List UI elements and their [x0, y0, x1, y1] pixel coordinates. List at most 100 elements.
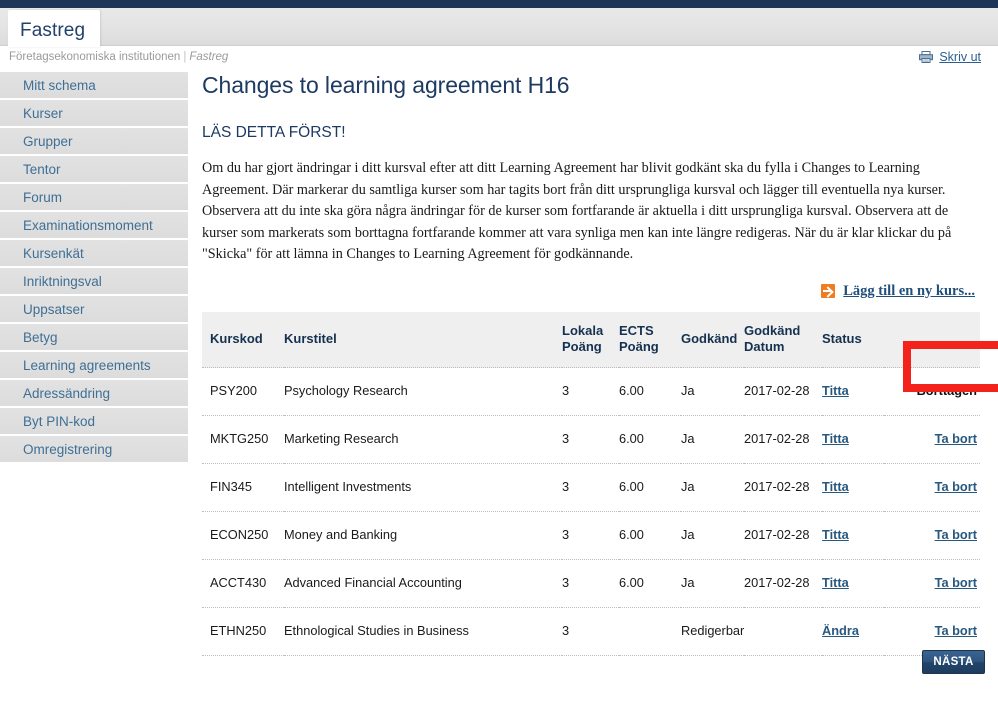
table-row: PSY200 Psychology Research 3 6.00 Ja 201…	[202, 367, 980, 416]
cell-action: Ta bort	[884, 559, 980, 608]
table-row: FIN345 Intelligent Investments 3 6.00 Ja…	[202, 463, 980, 512]
cell-godkand: Ja	[681, 415, 744, 464]
ta-bort-link[interactable]: Ta bort	[935, 623, 977, 638]
table-header-row: Kurskod Kurstitel Lokala Poäng ECTS Poän…	[202, 311, 980, 368]
cell-kurskod: ACCT430	[202, 559, 284, 608]
print-link-label: Skriv ut	[939, 50, 981, 64]
sidebar-item-label: Uppsatser	[23, 301, 85, 317]
titta-link[interactable]: Titta	[822, 575, 849, 590]
cell-lokala-poang: 3	[562, 367, 619, 416]
sidebar-item-forum[interactable]: Forum	[0, 184, 188, 212]
breadcrumb: Företagsekonomiska institutionen | Fastreg	[9, 51, 228, 63]
main-content: Changes to learning agreement H16 LÄS DE…	[202, 72, 985, 656]
cell-godkand: Redigerbar	[681, 607, 744, 656]
sidebar-item-omregistrering[interactable]: Omregistrering	[0, 436, 188, 464]
cell-godkand-datum: 2017-02-28	[744, 415, 822, 464]
cell-godkand: Ja	[681, 367, 744, 416]
table-row: MKTG250 Marketing Research 3 6.00 Ja 201…	[202, 415, 980, 464]
sidebar-item-kursenkat[interactable]: Kursenkät	[0, 240, 188, 268]
th-godkand-datum: Godkänd Datum	[744, 311, 822, 368]
cell-status: Titta	[822, 559, 884, 608]
sidebar-item-adressandring[interactable]: Adressändring	[0, 380, 188, 408]
titta-link[interactable]: Titta	[822, 431, 849, 446]
sidebar-item-betyg[interactable]: Betyg	[0, 324, 188, 352]
status-badge-borttagen: Borttagen	[916, 383, 977, 398]
th-lokala-poang: Lokala Poäng	[562, 311, 619, 368]
sidebar-item-mitt-schema[interactable]: Mitt schema	[0, 72, 188, 100]
sidebar-item-byt-pin-kod[interactable]: Byt PIN-kod	[0, 408, 188, 436]
cell-kurstitel: Psychology Research	[284, 367, 562, 416]
cell-godkand: Ja	[681, 463, 744, 512]
ta-bort-link[interactable]: Ta bort	[935, 431, 977, 446]
sidebar-item-label: Forum	[23, 189, 63, 205]
read-this-first-heading: LÄS DETTA FÖRST!	[202, 124, 346, 141]
cell-ects-poang: 6.00	[619, 511, 681, 560]
cell-godkand: Ja	[681, 511, 744, 560]
cell-lokala-poang: 3	[562, 415, 619, 464]
ta-bort-link[interactable]: Ta bort	[935, 479, 977, 494]
breadcrumb-root[interactable]: Företagsekonomiska institutionen	[9, 51, 180, 63]
cell-lokala-poang: 3	[562, 511, 619, 560]
sidebar-item-inriktningsval[interactable]: Inriktningsval	[0, 268, 188, 296]
sidebar-item-label: Inriktningsval	[23, 273, 102, 289]
table-row: ACCT430 Advanced Financial Accounting 3 …	[202, 559, 980, 608]
printer-icon	[919, 51, 934, 63]
cell-kurstitel: Advanced Financial Accounting	[284, 559, 562, 608]
page-root: Fastreg Företagsekonomiska institutionen…	[0, 0, 998, 712]
cell-status: Titta	[822, 463, 884, 512]
breadcrumb-current: Fastreg	[189, 51, 229, 63]
th-kurskod: Kurskod	[202, 311, 284, 368]
instructions-paragraph: Om du har gjort ändringar i ditt kursval…	[202, 160, 952, 262]
breadcrumb-separator: |	[183, 51, 187, 63]
cell-kurstitel: Ethnological Studies in Business	[284, 607, 562, 656]
sidebar-item-learning-agreements[interactable]: Learning agreements	[0, 352, 188, 380]
sidebar: Mitt schema Kurser Grupper Tentor Forum …	[0, 72, 188, 464]
sidebar-item-grupper[interactable]: Grupper	[0, 128, 188, 156]
cell-action: Ta bort	[884, 511, 980, 560]
titta-link[interactable]: Titta	[822, 479, 849, 494]
next-button[interactable]: NÄSTA	[922, 650, 985, 674]
page-title: Changes to learning agreement H16	[202, 72, 570, 98]
sidebar-item-label: Omregistrering	[23, 441, 113, 457]
top-accent-bar	[0, 0, 998, 8]
sidebar-item-label: Examinationsmoment	[23, 217, 153, 233]
sidebar-item-tentor[interactable]: Tentor	[0, 156, 188, 184]
cell-action: Ta bort	[884, 463, 980, 512]
th-status: Status	[822, 311, 884, 368]
ta-bort-link[interactable]: Ta bort	[935, 527, 977, 542]
courses-table-head: Kurskod Kurstitel Lokala Poäng ECTS Poän…	[202, 311, 980, 368]
table-row: ETHN250 Ethnological Studies in Business…	[202, 607, 980, 656]
cell-kurskod: ETHN250	[202, 607, 284, 656]
cell-action: Ta bort	[884, 415, 980, 464]
th-action	[884, 311, 980, 368]
cell-godkand-datum: 2017-02-28	[744, 463, 822, 512]
cell-godkand: Ja	[681, 559, 744, 608]
th-kurstitel: Kurstitel	[284, 311, 562, 368]
cell-kurstitel: Marketing Research	[284, 415, 562, 464]
cell-ects-poang: 6.00	[619, 463, 681, 512]
cell-ects-poang	[619, 607, 681, 656]
sidebar-item-uppsatser[interactable]: Uppsatser	[0, 296, 188, 324]
cell-kurstitel: Intelligent Investments	[284, 463, 562, 512]
sidebar-item-examinationsmoment[interactable]: Examinationsmoment	[0, 212, 188, 240]
cell-status: Titta	[822, 415, 884, 464]
sidebar-item-label: Byt PIN-kod	[23, 413, 96, 429]
cell-godkand-datum: 2017-02-28	[744, 367, 822, 416]
titta-link[interactable]: Titta	[822, 527, 849, 542]
arrow-right-icon	[821, 284, 836, 298]
sidebar-item-label: Kurser	[23, 105, 63, 121]
cell-godkand-datum: 2017-02-28	[744, 511, 822, 560]
print-link[interactable]: Skriv ut	[919, 50, 981, 64]
andra-link[interactable]: Ändra	[822, 623, 859, 638]
titta-link[interactable]: Titta	[822, 383, 849, 398]
add-course-row: Lägg till en ny kurs...	[202, 283, 985, 300]
ta-bort-link[interactable]: Ta bort	[935, 575, 977, 590]
cell-kurstitel: Money and Banking	[284, 511, 562, 560]
sidebar-item-kurser[interactable]: Kurser	[0, 100, 188, 128]
add-course-link[interactable]: Lägg till en ny kurs...	[843, 283, 975, 300]
sidebar-item-label: Grupper	[23, 133, 73, 149]
cell-ects-poang: 6.00	[619, 415, 681, 464]
sidebar-item-label: Mitt schema	[23, 77, 96, 93]
cell-kurskod: MKTG250	[202, 415, 284, 464]
cell-ects-poang: 6.00	[619, 559, 681, 608]
